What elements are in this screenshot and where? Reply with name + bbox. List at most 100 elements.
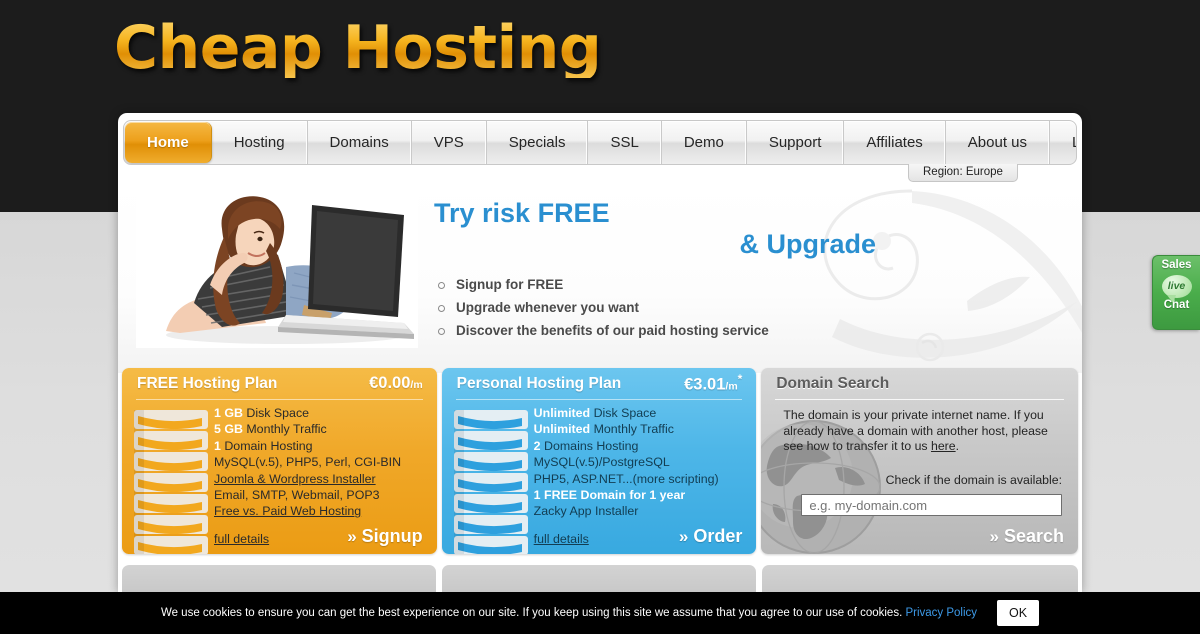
- nav-item-support[interactable]: Support: [747, 121, 845, 164]
- card-header: Domain Search: [761, 368, 1078, 399]
- nav-item-domains[interactable]: Domains: [308, 121, 412, 164]
- double-chevron-right-icon: »: [347, 526, 357, 546]
- full-details-link[interactable]: full details: [534, 532, 589, 546]
- page-root: Cheap Hosting Try risk FREE & Upgrade Si…: [0, 0, 1200, 634]
- plan-price-period: /m: [725, 380, 738, 393]
- plan-feature-row: MySQL(v.5)/PostgreSQL: [534, 455, 747, 469]
- content-sheet: Try risk FREE & Upgrade Signup for FREE …: [118, 113, 1082, 593]
- plan-feature-row: 1 GB Disk Space: [214, 406, 427, 420]
- double-chevron-right-icon: »: [678, 526, 689, 546]
- plan-feature-row: Zacky App Installer: [534, 504, 747, 518]
- card-free-hosting-plan[interactable]: FREE Hosting Plan €0.00/m 1 GB Disk Spac…: [122, 368, 437, 554]
- chat-live-label: live: [1167, 280, 1186, 292]
- region-badge[interactable]: Region: Europe: [908, 164, 1018, 182]
- server-stack-icon-blue: [453, 410, 528, 554]
- nav-item-login[interactable]: Login: [1050, 121, 1076, 164]
- feature-highlight: 2: [533, 438, 541, 453]
- card-header: FREE Hosting Plan €0.00/m: [122, 368, 437, 399]
- feature-text: Disk Space: [242, 406, 310, 420]
- full-details-link[interactable]: full details: [214, 532, 269, 546]
- lower-card-placeholder[interactable]: [122, 565, 436, 593]
- feature-highlight: 1 GB: [214, 406, 243, 420]
- lower-card-placeholder[interactable]: [762, 565, 1078, 593]
- plan-feature-row: 2 Domains Hosting: [534, 439, 747, 453]
- plan-price: €0.00/m: [369, 374, 423, 393]
- feature-text: Domains Hosting: [540, 438, 639, 453]
- nav-item-vps[interactable]: VPS: [412, 121, 487, 164]
- plan-feature-row: Unlimited Monthly Traffic: [534, 422, 747, 436]
- feature-highlight: 5 GB: [214, 422, 243, 437]
- nav-tab-list: Home Hosting Domains VPS Specials SSL De…: [123, 120, 1077, 165]
- hero-headline-line2: & Upgrade: [739, 229, 876, 260]
- server-stack-icon-orange: [134, 410, 208, 554]
- feature-text: MySQL(v.5)/PostgreSQL: [533, 455, 670, 470]
- card-header: Personal Hosting Plan €3.01/m*: [442, 368, 757, 399]
- search-button-label: Search: [1003, 526, 1064, 546]
- order-button[interactable]: » Order: [679, 526, 743, 547]
- site-logo[interactable]: Cheap Hosting: [114, 18, 602, 78]
- card-personal-hosting-plan[interactable]: Personal Hosting Plan €3.01/m* Unlimited…: [441, 368, 757, 554]
- plan-feature-row: MySQL(v.5), PHP5, Perl, CGI-BIN: [214, 455, 427, 469]
- hero-bullet-item: Signup for FREE: [434, 277, 954, 292]
- feature-link-free-vs-paid-hosting[interactable]: Free vs. Paid Web Hosting: [214, 504, 361, 518]
- hero-bullet-item: Upgrade whenever you want: [434, 300, 954, 315]
- hero-headline: Try risk FREE & Upgrade: [434, 198, 954, 260]
- lower-card-placeholder[interactable]: [442, 565, 756, 593]
- card-divider: [775, 399, 1064, 400]
- nav-item-hosting[interactable]: Hosting: [212, 121, 308, 164]
- nav-item-ssl[interactable]: SSL: [588, 121, 662, 164]
- card-divider: [455, 399, 743, 400]
- speech-bubble-icon: live: [1161, 274, 1192, 303]
- feature-highlight: Unlimited: [533, 422, 591, 437]
- feature-text: Zacky App Installer: [533, 504, 639, 519]
- order-button-label: Order: [693, 526, 743, 546]
- feature-text: MySQL(v.5), PHP5, Perl, CGI-BIN: [214, 455, 402, 470]
- nav-item-home[interactable]: Home: [125, 122, 212, 163]
- cookie-message-text: We use cookies to ensure you can get the…: [160, 607, 906, 619]
- nav-item-specials[interactable]: Specials: [487, 121, 589, 164]
- feature-highlight: Unlimited: [533, 406, 591, 420]
- description-text-before: The domain is your private internet name…: [783, 408, 1048, 454]
- feature-highlight: 1: [214, 438, 221, 453]
- plan-feature-row: 5 GB Monthly Traffic: [214, 422, 427, 436]
- transfer-here-link[interactable]: here: [931, 439, 956, 453]
- lower-cards-row-partial: [118, 565, 1082, 593]
- feature-text: Monthly Traffic: [590, 422, 674, 437]
- feature-text: Disk Space: [590, 406, 657, 420]
- hero-section: Try risk FREE & Upgrade Signup for FREE …: [118, 181, 1082, 373]
- live-chat-widget[interactable]: Sales live Chat: [1152, 255, 1200, 330]
- domain-search-input[interactable]: [801, 494, 1062, 516]
- feature-text-more-scripting[interactable]: PHP5, ASP.NET...(more scripting): [534, 472, 719, 486]
- feature-link-joomla-wordpress-installer[interactable]: Joomla & Wordpress Installer: [214, 472, 376, 486]
- nav-item-affiliates[interactable]: Affiliates: [844, 121, 946, 164]
- hero-text-block: Try risk FREE & Upgrade Signup for FREE …: [434, 198, 954, 346]
- cookie-message: We use cookies to ensure you can get the…: [161, 607, 977, 619]
- plan-feature-row: 1 FREE Domain for 1 year: [534, 488, 747, 502]
- double-chevron-right-icon: »: [989, 526, 999, 546]
- nav-item-demo[interactable]: Demo: [662, 121, 747, 164]
- plan-price-amount: €3.01: [684, 375, 726, 394]
- plan-feature-row: Free vs. Paid Web Hosting: [214, 504, 427, 518]
- hero-bullet-list: Signup for FREE Upgrade whenever you wan…: [434, 277, 954, 338]
- plan-price-period: /m: [410, 379, 423, 391]
- plan-title: FREE Hosting Plan: [137, 374, 278, 392]
- cookie-consent-bar: We use cookies to ensure you can get the…: [0, 592, 1200, 634]
- main-navigation: Home Hosting Domains VPS Specials SSL De…: [118, 120, 1082, 165]
- plan-feature-row: 1 Domain Hosting: [214, 439, 427, 453]
- card-divider: [136, 399, 423, 400]
- feature-text: Monthly Traffic: [242, 422, 327, 437]
- privacy-policy-link[interactable]: Privacy Policy: [905, 607, 977, 619]
- hero-headline-line1: Try risk FREE: [434, 198, 610, 228]
- cookie-ok-button[interactable]: OK: [997, 600, 1040, 626]
- domain-search-button[interactable]: » Search: [989, 526, 1064, 547]
- feature-highlight: 1 FREE Domain for 1 year: [533, 487, 686, 502]
- nav-item-about-us[interactable]: About us: [946, 121, 1051, 164]
- plan-cards-row: FREE Hosting Plan €0.00/m 1 GB Disk Spac…: [118, 368, 1082, 558]
- plan-price-amount: €0.00: [369, 374, 411, 392]
- plan-feature-row: Email, SMTP, Webmail, POP3: [214, 488, 427, 502]
- plan-price: €3.01/m*: [684, 372, 742, 395]
- signup-button[interactable]: » Signup: [347, 526, 422, 547]
- plan-feature-row: Unlimited Disk Space: [534, 406, 747, 420]
- feature-text: Email, SMTP, Webmail, POP3: [214, 487, 380, 502]
- domain-availability-label: Check if the domain is available:: [885, 473, 1062, 487]
